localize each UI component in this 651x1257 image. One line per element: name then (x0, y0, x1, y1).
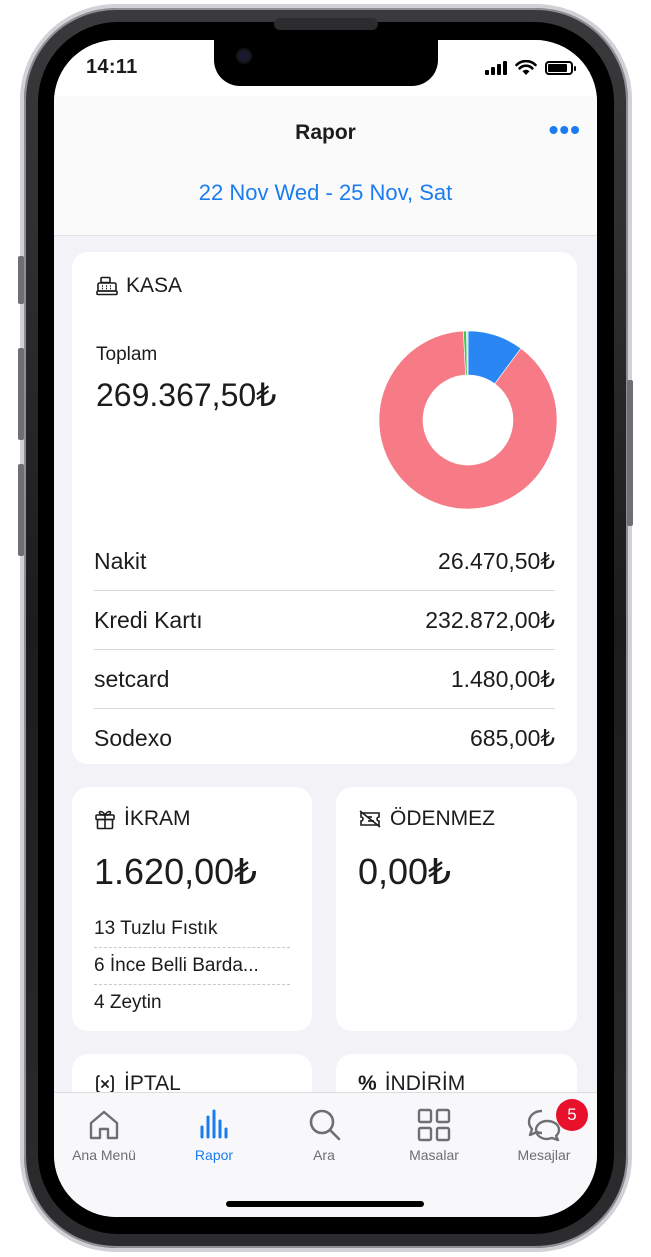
payment-label: Kredi Kartı (94, 606, 203, 633)
battery-icon (545, 61, 576, 75)
notch (214, 40, 438, 86)
tab-mesajlar[interactable]: 5 Mesajlar (494, 1099, 594, 1163)
cellular-signal-icon (485, 61, 507, 75)
search-icon (309, 1109, 341, 1141)
total-label: Toplam (96, 344, 158, 365)
tab-label: Mesajlar (517, 1147, 571, 1163)
tab-masalar[interactable]: Masalar (384, 1107, 484, 1163)
payment-value: 1.480,00₺ (450, 665, 555, 692)
app-screen: 14:11 Rapor ••• 22 Nov Wed - 25 Nov, Sat (54, 40, 597, 1217)
odenmez-value: 0,00₺ (358, 851, 451, 892)
date-range-picker[interactable]: 22 Nov Wed - 25 Nov, Sat (54, 180, 597, 206)
messages-badge: 5 (556, 1099, 588, 1131)
payment-label: Sodexo (94, 725, 173, 751)
payment-value: 685,00₺ (470, 725, 555, 751)
payment-row-nakit[interactable]: Nakit 26.470,50₺ (94, 532, 555, 591)
ikram-value: 1.620,00₺ (94, 851, 258, 892)
ikram-title: İKRAM (124, 807, 191, 830)
status-time: 14:11 (86, 56, 138, 78)
tab-ara[interactable]: Ara (274, 1107, 374, 1163)
payment-row-kredi-karti[interactable]: Kredi Kartı 232.872,00₺ (94, 591, 555, 650)
wifi-icon (515, 60, 537, 75)
volume-up-button (18, 348, 24, 440)
home-icon (89, 1110, 119, 1140)
tab-label: Masalar (409, 1147, 459, 1163)
grid-icon (417, 1108, 451, 1142)
ikram-card[interactable]: İKRAM 1.620,00₺ 13 Tuzlu Fıstık 6 İnce B… (72, 787, 312, 1031)
volume-down-button (18, 464, 24, 556)
tab-label: Ana Menü (72, 1147, 136, 1163)
odenmez-card[interactable]: ÖDENMEZ 0,00₺ (336, 787, 577, 1031)
earpiece-speaker (274, 18, 378, 30)
ikram-item: 13 Tuzlu Fıstık (94, 911, 290, 948)
chart-bars-icon (200, 1109, 228, 1139)
ikram-item: 4 Zeytin (94, 992, 162, 1013)
power-button (627, 380, 633, 526)
tab-ana-menu[interactable]: Ana Menü (54, 1107, 154, 1163)
more-options-button[interactable]: ••• (549, 116, 581, 144)
odenmez-title: ÖDENMEZ (390, 807, 495, 830)
tab-rapor[interactable]: Rapor (164, 1107, 264, 1163)
top-header: Rapor ••• 22 Nov Wed - 25 Nov, Sat (54, 96, 597, 236)
kasa-card[interactable]: KASA Toplam 269.367,50₺ Nakit 26.470,50₺… (72, 252, 577, 764)
payment-label: Nakit (94, 547, 147, 574)
tab-label: Ara (313, 1147, 335, 1163)
unpaid-ticket-icon (359, 810, 381, 828)
silent-switch (18, 256, 24, 304)
total-value: 269.367,50₺ (96, 377, 277, 413)
home-indicator (226, 1201, 424, 1207)
ikram-item: 6 İnce Belli Barda... (94, 948, 290, 985)
cash-register-icon (96, 276, 118, 296)
payment-row-sodexo[interactable]: Sodexo 685,00₺ (94, 709, 555, 768)
bottom-tab-bar: Ana Menü Rapor Ara Masalar 5 Mesajlar (54, 1092, 597, 1217)
page-title: Rapor (295, 121, 356, 144)
payment-donut-chart (378, 330, 558, 510)
payment-row-setcard[interactable]: setcard 1.480,00₺ (94, 650, 555, 709)
payment-value: 232.872,00₺ (425, 606, 555, 633)
tab-label: Rapor (194, 1147, 234, 1163)
gift-icon (95, 810, 115, 830)
kasa-title: KASA (126, 274, 183, 297)
payment-value: 26.470,50₺ (438, 547, 555, 574)
payment-label: setcard (94, 665, 170, 692)
